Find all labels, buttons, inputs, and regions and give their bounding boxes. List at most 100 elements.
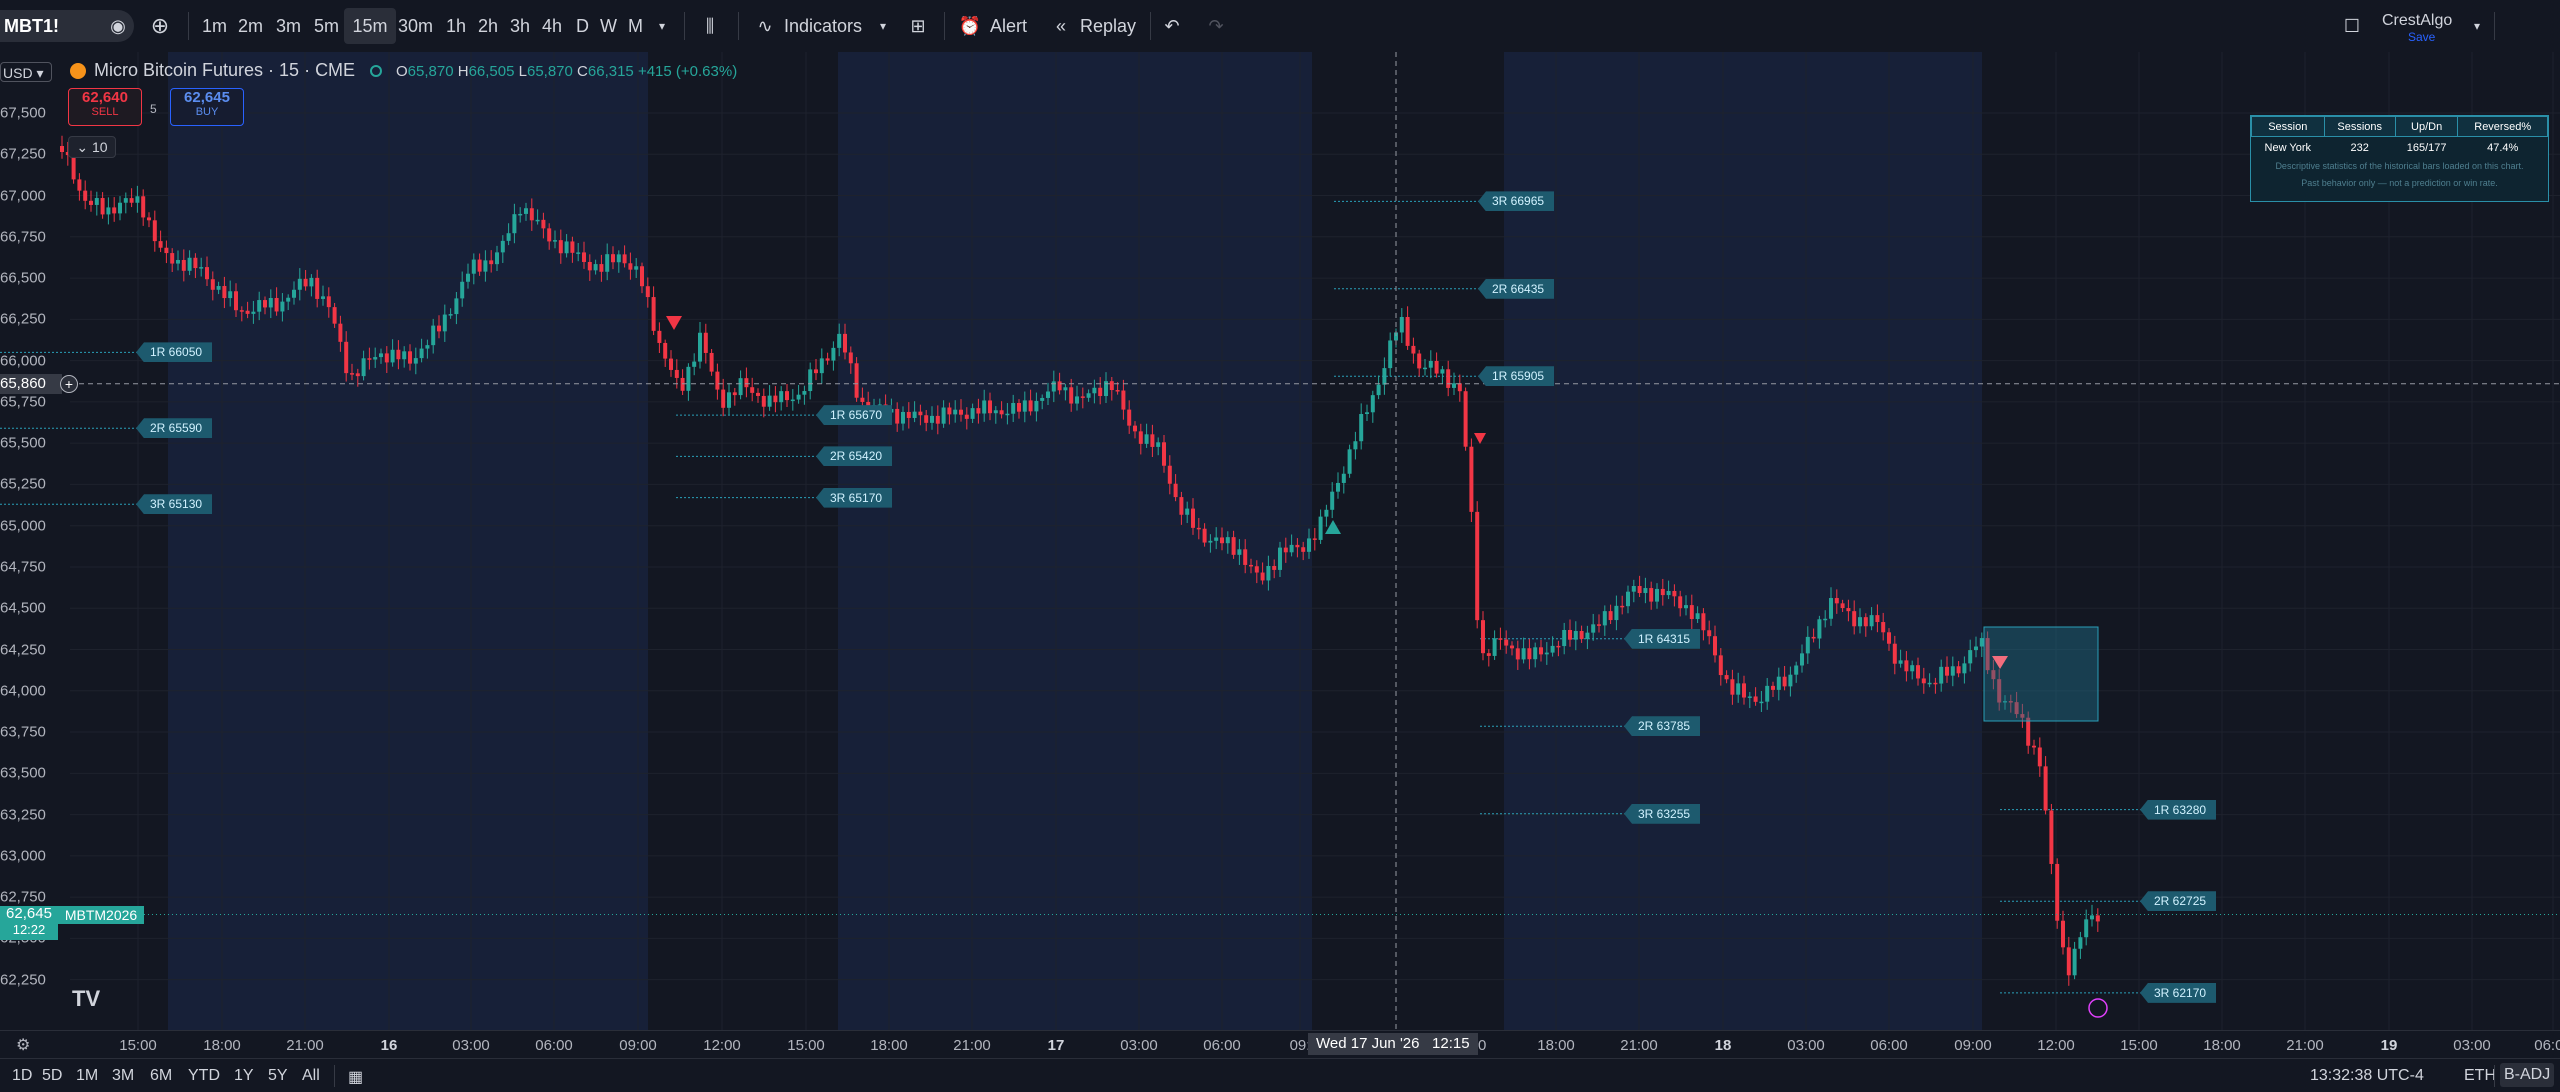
chevron-down-icon[interactable]: ▾ xyxy=(654,8,670,44)
candles-icon[interactable]: ⫼ xyxy=(698,8,722,44)
candle-body xyxy=(2072,948,2077,976)
candle-body xyxy=(1666,590,1671,596)
layouts-icon[interactable]: ⊞ xyxy=(906,8,930,44)
range-5y[interactable]: 5Y xyxy=(268,1067,288,1085)
alert-icon[interactable]: ⏰ xyxy=(958,8,982,44)
sell-button[interactable]: 62,640 SELL xyxy=(68,88,142,126)
chevron-down-icon[interactable]: ▾ xyxy=(2470,8,2484,44)
r-level-label: 3R 65130 xyxy=(136,494,213,515)
tf-3m[interactable]: 3m xyxy=(272,8,305,44)
adjustment-toggle[interactable]: B-ADJ xyxy=(2500,1063,2555,1087)
candle-body xyxy=(837,333,842,348)
candle-body xyxy=(1510,645,1514,649)
candle-body xyxy=(1115,390,1120,392)
add-symbol-icon[interactable]: ⊕ xyxy=(148,8,172,44)
r-level-label: 3R 66965 xyxy=(1478,191,1555,212)
price-tick-label: 66,250 xyxy=(0,310,46,328)
settings-icon[interactable]: ⚙ xyxy=(16,1035,30,1055)
time-tick-label: 16 xyxy=(380,1037,398,1054)
candle-body xyxy=(2084,919,2089,938)
legend-title[interactable]: Micro Bitcoin Futures · 15 · CME xyxy=(94,60,355,81)
range-5d[interactable]: 5D xyxy=(42,1067,62,1085)
time-tick-label: 18:00 xyxy=(203,1037,241,1054)
candle-body xyxy=(587,261,592,271)
candle-body xyxy=(245,310,250,314)
calendar-icon[interactable]: ▦ xyxy=(348,1067,363,1087)
compare-icon[interactable]: ◉ xyxy=(106,8,130,44)
account-name[interactable]: CrestAlgo xyxy=(2382,12,2452,30)
tf-1h[interactable]: 1h xyxy=(442,8,470,44)
currency-select[interactable]: USD ▾ xyxy=(0,62,52,82)
candle-body xyxy=(703,332,708,353)
clock-label[interactable]: 13:32:38 UTC-4 xyxy=(2310,1067,2424,1085)
quantity-stepper[interactable]: ⌄ 10 xyxy=(68,136,116,158)
candle-body xyxy=(935,415,940,424)
tf-4h[interactable]: 4h xyxy=(538,8,566,44)
tf-w[interactable]: W xyxy=(596,8,621,44)
tf-label: 2h xyxy=(478,16,499,36)
range-ytd[interactable]: YTD xyxy=(188,1067,220,1085)
tf-d[interactable]: D xyxy=(572,8,593,44)
candle-body xyxy=(1736,683,1741,695)
candle-body xyxy=(1249,564,1253,567)
range-1d[interactable]: 1D xyxy=(12,1067,32,1085)
candle-body xyxy=(1121,390,1126,410)
candle-body xyxy=(1945,666,1949,676)
save-label[interactable]: Save xyxy=(2408,30,2435,44)
candle-body xyxy=(1353,441,1358,450)
replay-icon[interactable]: « xyxy=(1050,8,1072,44)
candle-body xyxy=(1840,603,1845,609)
buy-button[interactable]: 62,645 BUY xyxy=(170,88,244,126)
candle-body xyxy=(541,219,546,229)
candle-body xyxy=(437,325,441,332)
tf-15m[interactable]: 15m xyxy=(344,8,396,44)
indicators-button[interactable]: Indicators xyxy=(784,8,862,44)
range-3m[interactable]: 3M xyxy=(112,1067,134,1085)
range-1y[interactable]: 1Y xyxy=(234,1067,254,1085)
candle-body xyxy=(721,389,726,408)
tf-2h[interactable]: 2h xyxy=(474,8,502,44)
stats-header: Session xyxy=(2251,116,2325,137)
candle-body xyxy=(2055,863,2060,921)
candle-body xyxy=(460,281,465,299)
alert-button[interactable]: Alert xyxy=(990,8,1027,44)
candle-body xyxy=(1005,413,1010,416)
time-axis[interactable]: ⚙ 15:00 18:00 21:00 16 03:00 06:00 09:00 12:00 1… xyxy=(0,1030,2560,1059)
candle-body xyxy=(1272,565,1277,570)
chevron-down-icon[interactable]: ▾ xyxy=(876,8,890,44)
tf-5m[interactable]: 5m xyxy=(310,8,343,44)
session-stats-table: Session Sessions Up/Dn Reversed% New Yor… xyxy=(2250,115,2549,202)
candle-body xyxy=(297,278,302,290)
tf-2m[interactable]: 2m xyxy=(234,8,267,44)
open-value: 65,870 xyxy=(407,63,454,80)
candle-body xyxy=(100,198,105,215)
indicators-icon[interactable]: ∿ xyxy=(752,8,778,44)
candle-body xyxy=(1747,696,1752,698)
tf-1m[interactable]: 1m xyxy=(198,8,231,44)
price-tick-label: 64,250 xyxy=(0,641,46,658)
candle-body xyxy=(408,351,412,364)
candle-body xyxy=(1266,565,1271,581)
tf-30m[interactable]: 30m xyxy=(394,8,437,44)
range-1m[interactable]: 1M xyxy=(76,1067,98,1085)
redo-icon[interactable]: ↷ xyxy=(1204,8,1228,44)
candle-body xyxy=(1243,549,1248,565)
undo-icon[interactable]: ↶ xyxy=(1160,8,1184,44)
chart-pane[interactable]: USD ▾ Micro Bitcoin Futures · 15 · CME O… xyxy=(0,52,2560,1030)
tf-m[interactable]: M xyxy=(624,8,647,44)
replay-button[interactable]: Replay xyxy=(1080,8,1136,44)
price-tick-label: 66,500 xyxy=(0,269,46,287)
layout-checkbox-icon[interactable]: ☐ xyxy=(2340,8,2364,44)
range-6m[interactable]: 6M xyxy=(150,1067,172,1085)
candle-body xyxy=(431,325,436,346)
add-alert-icon[interactable]: + xyxy=(60,375,78,393)
price-tick-label: 67,250 xyxy=(0,145,46,163)
session-label[interactable]: ETH xyxy=(2464,1067,2496,1085)
tf-3h[interactable]: 3h xyxy=(506,8,534,44)
candle-body xyxy=(1817,619,1822,639)
candle-body xyxy=(1069,387,1074,404)
range-all[interactable]: All xyxy=(302,1067,320,1085)
candle-body xyxy=(384,353,389,363)
price-chart[interactable] xyxy=(0,52,2560,1030)
buy-label: BUY xyxy=(195,106,219,118)
